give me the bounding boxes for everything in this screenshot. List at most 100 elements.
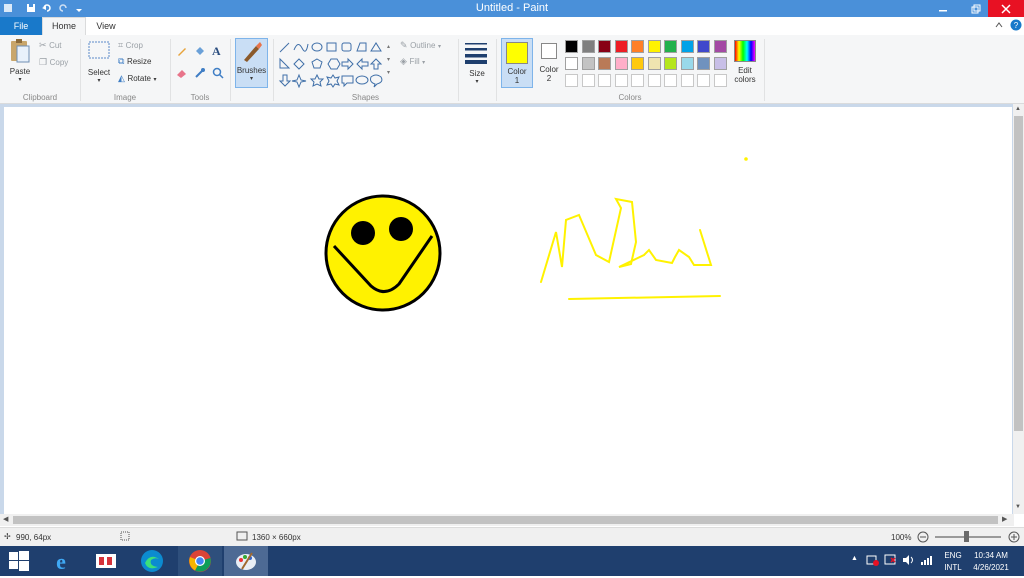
palette-swatch[interactable]: [565, 57, 578, 70]
clock[interactable]: 10:34 AM 4/26/2021: [968, 550, 1014, 574]
tab-file[interactable]: File: [0, 17, 42, 35]
taskbar-chrome[interactable]: [178, 546, 222, 576]
palette-swatch[interactable]: [713, 57, 727, 70]
palette-swatch[interactable]: [647, 57, 661, 70]
help-icon[interactable]: ?: [1010, 19, 1022, 33]
palette-swatch[interactable]: [664, 57, 677, 70]
palette-swatch[interactable]: [598, 74, 611, 87]
palette-swatch[interactable]: [631, 57, 644, 70]
palette-swatch[interactable]: [598, 40, 611, 53]
palette-swatch[interactable]: [581, 40, 595, 53]
palette-swatch[interactable]: [664, 40, 677, 53]
crop-label: Crop: [125, 41, 143, 50]
color-picker-icon[interactable]: [194, 67, 206, 81]
palette-swatch[interactable]: [713, 40, 727, 53]
tab-view[interactable]: View: [86, 17, 126, 35]
edit-colors-label-line1: Edit: [738, 66, 752, 75]
paste-dropdown-icon[interactable]: ▾: [6, 76, 34, 83]
palette-swatch[interactable]: [614, 74, 628, 87]
resize-button[interactable]: ⧉ Resize: [118, 56, 151, 67]
start-button[interactable]: [0, 546, 38, 576]
palette-swatch[interactable]: [614, 40, 628, 53]
outline-button[interactable]: ✎ Outline ▾: [400, 40, 441, 51]
network-error-icon[interactable]: [866, 554, 880, 568]
palette-swatch[interactable]: [680, 40, 694, 53]
clock-time: 10:34 AM: [974, 551, 1008, 560]
shapes-scroll[interactable]: ▴ ▾ ▾: [387, 41, 390, 80]
taskbar-internet-explorer[interactable]: e: [39, 546, 83, 576]
outline-label: Outline: [410, 41, 436, 50]
edit-colors-button[interactable]: Edit colors: [731, 38, 759, 88]
palette-swatch[interactable]: [565, 74, 578, 87]
palette-swatch[interactable]: [713, 74, 727, 87]
fill-icon: ◈: [400, 56, 407, 66]
color2-button[interactable]: Color 2: [535, 38, 563, 88]
size-button[interactable]: Size ▾: [463, 40, 491, 90]
pencil-icon[interactable]: [176, 45, 188, 59]
scroll-left-icon[interactable]: ◀: [3, 515, 8, 523]
palette-swatch[interactable]: [697, 74, 710, 87]
input-language[interactable]: ENG INTL: [943, 550, 963, 574]
close-button[interactable]: [988, 0, 1024, 17]
horizontal-scrollbar[interactable]: ◀ ▶: [0, 514, 1014, 526]
shapes-gallery[interactable]: [278, 40, 386, 89]
brushes-button[interactable]: Brushes ▾: [235, 38, 268, 88]
color1-button[interactable]: Color 1: [501, 38, 533, 88]
eraser-icon[interactable]: [176, 67, 188, 81]
palette-swatch[interactable]: [680, 57, 694, 70]
palette-swatch[interactable]: [664, 74, 677, 87]
zoom-out-icon[interactable]: [917, 531, 929, 545]
palette-swatch[interactable]: [647, 74, 661, 87]
palette-swatch[interactable]: [647, 40, 661, 53]
collapse-ribbon-icon[interactable]: [994, 20, 1004, 32]
taskbar-file-manager[interactable]: [84, 546, 128, 576]
copy-button[interactable]: ❐ Copy: [39, 57, 68, 68]
select-dropdown-icon[interactable]: ▾: [85, 77, 113, 84]
tab-home[interactable]: Home: [42, 17, 86, 35]
divider: [80, 39, 81, 101]
palette-swatch[interactable]: [680, 74, 694, 87]
zoom-slider-thumb[interactable]: [964, 531, 969, 542]
vertical-scroll-thumb[interactable]: [1014, 116, 1023, 431]
vertical-scrollbar[interactable]: ▲ ▼: [1013, 104, 1024, 514]
palette-swatch[interactable]: [581, 74, 595, 87]
taskbar-paint[interactable]: [224, 546, 268, 576]
taskbar-edge[interactable]: [130, 546, 174, 576]
crop-button[interactable]: ⌗ Crop: [118, 40, 143, 51]
color2-swatch: [541, 43, 557, 59]
palette-swatch[interactable]: [631, 74, 644, 87]
select-button[interactable]: Select ▾: [85, 38, 113, 90]
show-hidden-icons[interactable]: ▲: [851, 555, 858, 562]
cut-button[interactable]: ✂ Cut: [39, 40, 62, 51]
outline-icon: ✎: [400, 40, 408, 50]
palette-swatch[interactable]: [631, 40, 644, 53]
action-center-error-icon[interactable]: [884, 554, 898, 568]
fill-button[interactable]: ◈ Fill ▾: [400, 56, 425, 67]
palette-swatch[interactable]: [565, 40, 578, 53]
scroll-down-icon[interactable]: ▼: [1015, 504, 1021, 510]
yellow-scribble-signature: [540, 157, 748, 300]
text-tool-icon[interactable]: A: [212, 44, 221, 59]
rotate-button[interactable]: ◭ Rotate ▾: [118, 73, 157, 84]
wifi-signal-icon[interactable]: [920, 554, 934, 568]
horizontal-scroll-thumb[interactable]: [13, 516, 998, 524]
fill-bucket-icon[interactable]: [194, 45, 206, 59]
palette-swatch[interactable]: [697, 40, 710, 53]
language-code: ENG: [944, 551, 962, 560]
divider: [273, 39, 274, 101]
restore-button[interactable]: [963, 0, 989, 17]
volume-icon[interactable]: [902, 554, 916, 568]
zoom-in-icon[interactable]: [1008, 531, 1020, 545]
palette-swatch[interactable]: [614, 57, 628, 70]
color1-number: 1: [514, 76, 520, 85]
palette-swatch[interactable]: [581, 57, 595, 70]
drawing-canvas[interactable]: [4, 107, 1012, 514]
palette-swatch[interactable]: [598, 57, 611, 70]
scroll-up-icon[interactable]: ▲: [1015, 106, 1021, 112]
title-bar: Untitled - Paint: [0, 0, 1024, 17]
minimize-button[interactable]: [930, 0, 956, 17]
palette-swatch[interactable]: [697, 57, 710, 70]
magnifier-icon[interactable]: [212, 67, 224, 81]
scroll-right-icon[interactable]: ▶: [1002, 515, 1007, 523]
paste-button[interactable]: Paste ▾: [6, 38, 34, 88]
